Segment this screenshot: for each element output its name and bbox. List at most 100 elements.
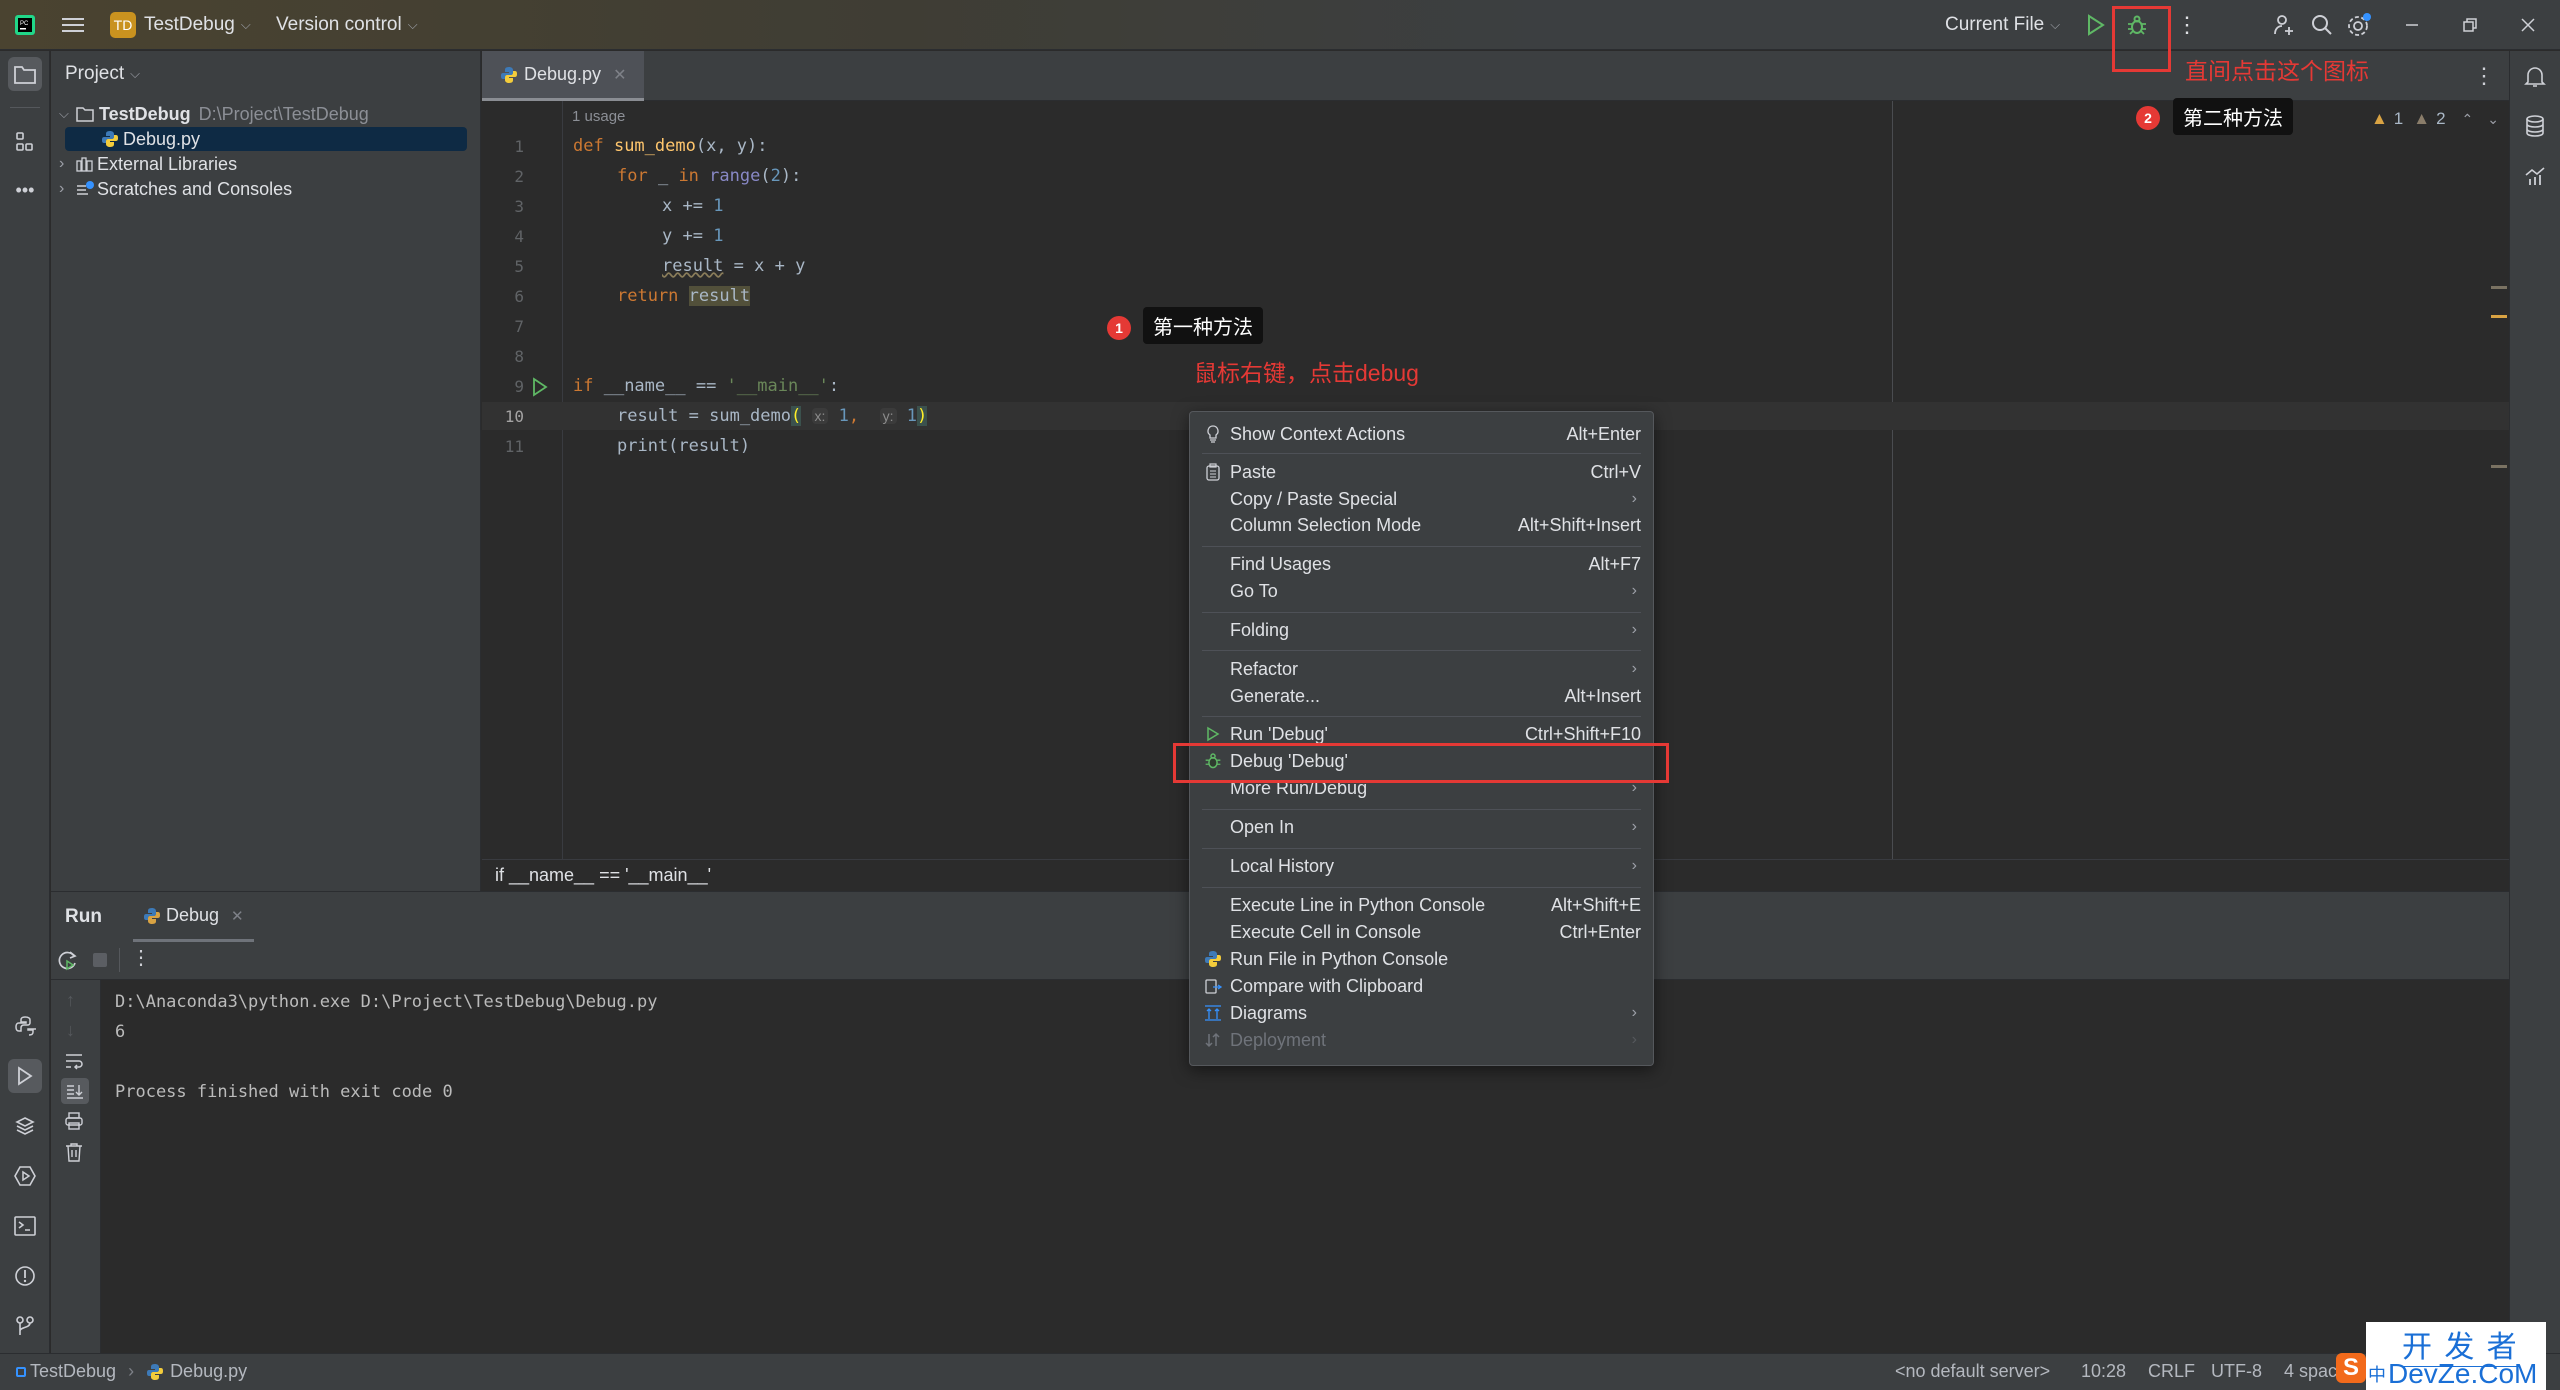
main-menu-button[interactable] bbox=[62, 0, 84, 50]
status-server[interactable]: <no default server> bbox=[1895, 1361, 2050, 1382]
minimize-button[interactable] bbox=[2404, 0, 2420, 50]
close-tab-icon[interactable]: ✕ bbox=[231, 907, 244, 925]
sciview-chart-icon[interactable] bbox=[2518, 159, 2552, 193]
run-button[interactable] bbox=[2086, 0, 2106, 50]
menu-separator bbox=[1202, 887, 1641, 888]
menu-item-generate[interactable]: Generate... Alt+Insert bbox=[1190, 683, 1653, 709]
structure-icon[interactable] bbox=[8, 125, 42, 159]
tree-item-debug-py[interactable]: Debug.py bbox=[65, 127, 467, 151]
rerun-icon[interactable] bbox=[57, 950, 79, 977]
chevron-right-icon: › bbox=[1631, 857, 1637, 874]
watermark-line-2-wrap: 中 DevZe.CoM bbox=[2368, 1358, 2537, 1390]
line-number: 5 bbox=[514, 257, 524, 276]
menu-separator bbox=[1202, 453, 1641, 454]
tab-debug-py[interactable]: Debug.py ✕ bbox=[482, 51, 644, 101]
menu-item-execute-line[interactable]: Execute Line in Python Console Alt+Shift… bbox=[1190, 892, 1653, 918]
settings-gear-icon[interactable] bbox=[2346, 0, 2372, 50]
menu-item-deployment[interactable]: Deployment › bbox=[1190, 1027, 1653, 1053]
previous-highlight-icon[interactable]: ⌃ bbox=[2462, 111, 2474, 128]
annotation-badge-1: 1 bbox=[1107, 316, 1131, 340]
project-switcher[interactable]: TD TestDebug ⌵ bbox=[110, 0, 251, 50]
menu-item-open-in[interactable]: Open In › bbox=[1190, 814, 1653, 840]
more-actions-icon[interactable]: ⋮ bbox=[2176, 0, 2198, 50]
database-icon[interactable] bbox=[2518, 109, 2552, 143]
vcs-menu[interactable]: Version control ⌵ bbox=[276, 0, 418, 50]
menu-item-label: Paste bbox=[1230, 461, 1277, 482]
menu-item-shortcut: Alt+F7 bbox=[1588, 553, 1641, 574]
warning-count: 1 bbox=[2393, 109, 2404, 128]
usage-hint[interactable]: 1 usage bbox=[572, 108, 625, 125]
tree-item-external-libraries[interactable]: › External Libraries bbox=[59, 152, 237, 176]
menu-item-label: Folding bbox=[1230, 619, 1290, 640]
python-packages-icon[interactable] bbox=[8, 1009, 42, 1043]
status-file[interactable]: Debug.py bbox=[170, 1361, 247, 1382]
menu-item-execute-cell[interactable]: Execute Cell in Console Ctrl+Enter bbox=[1190, 919, 1653, 945]
notifications-bell-icon[interactable] bbox=[2518, 60, 2552, 94]
trash-icon[interactable] bbox=[65, 1142, 83, 1167]
git-icon[interactable] bbox=[8, 1309, 42, 1343]
status-caret-position[interactable]: 10:28 bbox=[2081, 1361, 2126, 1382]
status-line-separator[interactable]: CRLF bbox=[2148, 1361, 2195, 1382]
editor-context-menu: Show Context Actions Alt+Enter Paste Ctr… bbox=[1189, 411, 1654, 1066]
python-file-icon bbox=[144, 907, 160, 924]
chevron-down-icon: ⌵ bbox=[407, 17, 418, 32]
menu-item-diagrams[interactable]: Diagrams › bbox=[1190, 1000, 1653, 1026]
scroll-to-end-icon[interactable] bbox=[61, 1078, 89, 1104]
scroll-down-icon[interactable]: ↓ bbox=[66, 1020, 75, 1041]
gutter-run-icon[interactable] bbox=[531, 377, 549, 402]
inspection-widget[interactable]: ▲ 1 ▲ 2 ⌃ ⌄ bbox=[2371, 109, 2499, 129]
close-tab-icon[interactable]: ✕ bbox=[613, 65, 626, 85]
project-tool-folder-icon[interactable] bbox=[8, 57, 42, 91]
diagrams-icon bbox=[1203, 1003, 1223, 1023]
close-window-button[interactable] bbox=[2520, 0, 2536, 50]
run-tool-icon[interactable] bbox=[8, 1059, 42, 1093]
menu-item-folding[interactable]: Folding › bbox=[1190, 617, 1653, 643]
add-user-icon[interactable] bbox=[2272, 0, 2296, 50]
pycharm-logo-icon[interactable]: PC bbox=[14, 0, 36, 50]
menu-separator bbox=[1202, 546, 1641, 547]
next-highlight-icon[interactable]: ⌄ bbox=[2487, 111, 2499, 128]
menu-item-run-file-in-console[interactable]: Run File in Python Console bbox=[1190, 946, 1653, 972]
menu-item-compare-clipboard[interactable]: Compare with Clipboard bbox=[1190, 973, 1653, 999]
menu-item-column-selection-mode[interactable]: Column Selection Mode Alt+Shift+Insert bbox=[1190, 512, 1653, 538]
run-config-selector[interactable]: Current File ⌵ bbox=[1945, 0, 2060, 50]
search-icon[interactable] bbox=[2310, 0, 2334, 50]
gutter-divider bbox=[562, 101, 563, 859]
project-panel-header[interactable]: Project ⌵ bbox=[65, 63, 140, 85]
scroll-marker[interactable] bbox=[2491, 465, 2507, 468]
menu-item-label: Compare with Clipboard bbox=[1230, 975, 1424, 996]
services-icon[interactable] bbox=[8, 1159, 42, 1193]
menu-item-show-context-actions[interactable]: Show Context Actions Alt+Enter bbox=[1190, 421, 1653, 447]
status-encoding[interactable]: UTF-8 bbox=[2211, 1361, 2262, 1382]
editor-breadcrumb[interactable]: if __name__ == '__main__' bbox=[495, 865, 711, 886]
scroll-marker[interactable] bbox=[2491, 286, 2507, 289]
tree-item-path: D:\Project\TestDebug bbox=[198, 103, 369, 124]
run-side-toolbar: ↑ ↓ bbox=[51, 980, 101, 1354]
status-project[interactable]: TestDebug bbox=[30, 1361, 116, 1382]
layers-icon[interactable] bbox=[8, 1109, 42, 1143]
status-indent[interactable]: 4 spac bbox=[2284, 1361, 2337, 1382]
menu-item-paste[interactable]: Paste Ctrl+V bbox=[1190, 459, 1653, 485]
menu-item-refactor[interactable]: Refactor › bbox=[1190, 656, 1653, 682]
scroll-up-icon[interactable]: ↑ bbox=[66, 990, 75, 1011]
tree-item-root[interactable]: ⌵ TestDebug D:\Project\TestDebug bbox=[59, 102, 369, 126]
more-options-icon[interactable]: ⋮ bbox=[131, 945, 151, 970]
soft-wrap-icon[interactable] bbox=[64, 1052, 84, 1075]
run-tab-debug[interactable]: Debug ✕ bbox=[133, 892, 254, 942]
tab-options-icon[interactable]: ⋮ bbox=[2473, 63, 2495, 89]
problems-icon[interactable] bbox=[8, 1259, 42, 1293]
annotation-text-1: 鼠标右键，点击debug bbox=[1194, 360, 1419, 386]
print-icon[interactable] bbox=[64, 1112, 84, 1135]
highlight-box-debug-menu-item bbox=[1173, 743, 1669, 783]
menu-item-local-history[interactable]: Local History › bbox=[1190, 853, 1653, 879]
stop-button[interactable] bbox=[93, 953, 107, 967]
tree-item-scratches[interactable]: › Scratches and Consoles bbox=[59, 177, 292, 201]
menu-item-copy-paste-special[interactable]: Copy / Paste Special › bbox=[1190, 486, 1653, 512]
terminal-icon[interactable] bbox=[8, 1209, 42, 1243]
menu-item-go-to[interactable]: Go To › bbox=[1190, 578, 1653, 604]
menu-item-label: Execute Cell in Console bbox=[1230, 921, 1422, 942]
menu-item-find-usages[interactable]: Find Usages Alt+F7 bbox=[1190, 551, 1653, 577]
more-tools-icon[interactable]: ••• bbox=[8, 173, 42, 207]
restore-button[interactable] bbox=[2462, 0, 2478, 50]
scroll-marker[interactable] bbox=[2491, 315, 2507, 318]
